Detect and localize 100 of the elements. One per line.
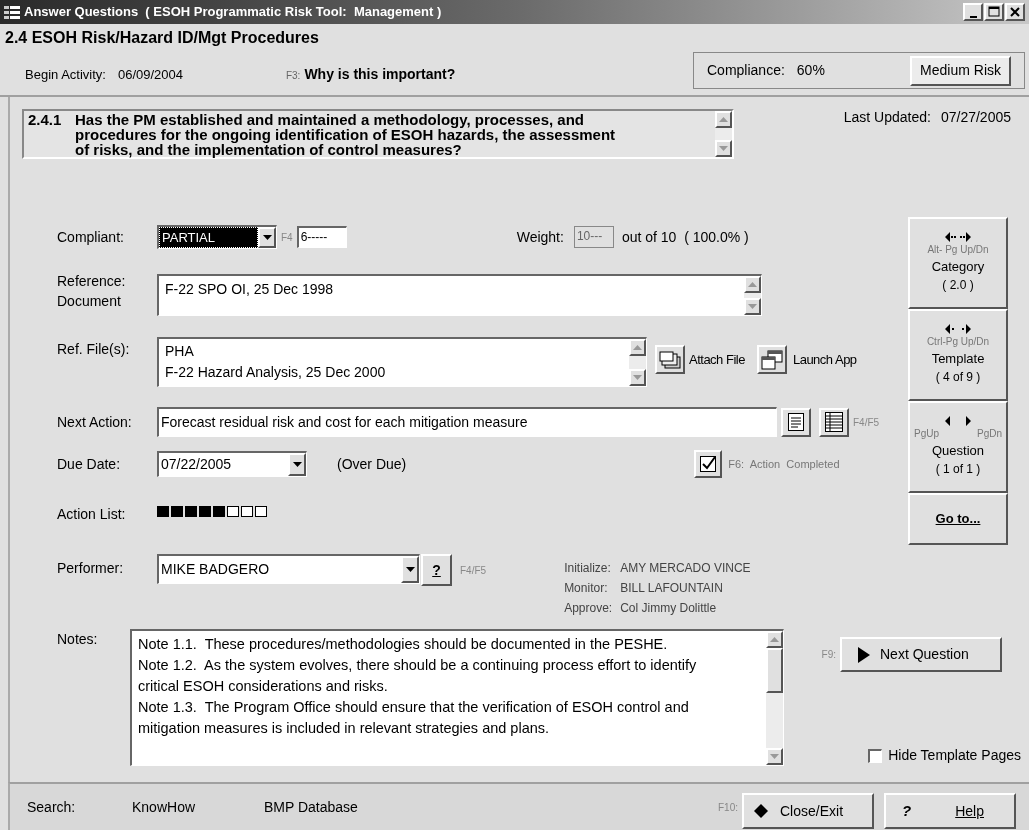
scroll-up-button[interactable] xyxy=(766,631,783,648)
notes-field[interactable]: Note 1.1. These procedures/methodologies should be documented in the PESHE. Note 1.2. As the system evolves, there should be a continuing process effort to identify critical ESOH considerations and risks. Note 1.3. The Program Office should ensure that the verification of ESOH control and mitigation measures is included in relevant strategies and plans. xyxy=(130,629,784,766)
nav-count: ( 1 of 1 ) xyxy=(935,461,981,479)
attach-file-button[interactable] xyxy=(655,345,685,374)
caret-icon xyxy=(262,235,272,240)
due-date-dropdown[interactable]: 07/22/2005 xyxy=(157,451,307,477)
performer-dropdown[interactable]: MIKE BADGERO xyxy=(157,554,420,584)
field-label: Due Date: xyxy=(57,454,122,474)
shortcut-hint: PgDn xyxy=(977,426,1002,441)
last-updated-date: 07/27/2005 xyxy=(940,108,1011,127)
window-title: Answer Questions ( ESOH Programmatic Risk Tool: Management ) xyxy=(24,3,443,22)
down-triangle-icon xyxy=(719,146,728,151)
role-label: Monitor: xyxy=(564,580,609,597)
category-navigation-button[interactable]: Alt- Pg Up/Dn Category ( 2.0 ) xyxy=(908,217,1008,309)
role-label: Initialize: xyxy=(564,560,612,577)
weight-total: out of 10 ( 100.0% ) xyxy=(621,227,749,247)
next-action-field[interactable]: Forecast residual risk and cost for each mitigation measure xyxy=(157,407,777,437)
scroll-up-button[interactable] xyxy=(629,339,646,356)
up-triangle-icon xyxy=(633,345,642,350)
shortcut-hint: Alt- Pg Up/Dn xyxy=(927,242,989,257)
nav-label: Question xyxy=(931,441,984,460)
up-triangle-icon xyxy=(748,282,757,287)
close-button[interactable] xyxy=(1005,3,1025,21)
scroll-up-button[interactable] xyxy=(744,276,761,293)
dropdown-button[interactable] xyxy=(258,227,276,248)
shortcut-hint: Ctrl-Pg Up/Dn xyxy=(926,334,990,349)
windows-icon xyxy=(760,349,783,370)
diamond-icon xyxy=(754,804,768,818)
shortcut-hint: F4 xyxy=(281,230,293,245)
compliance-dropdown[interactable]: PARTIAL xyxy=(157,225,277,249)
files-icon xyxy=(659,350,681,369)
close-icon xyxy=(1008,5,1022,19)
play-icon xyxy=(858,646,870,663)
role-name: Col Jimmy Dolittle xyxy=(620,600,718,617)
hide-template-label: Hide Template Pages xyxy=(888,746,1021,765)
action-completed-checkbox[interactable] xyxy=(694,450,723,478)
role-label: Approve: xyxy=(564,600,613,617)
down-triangle-icon xyxy=(633,375,642,380)
role-name: AMY MERCADO VINCE xyxy=(620,560,751,577)
help-button[interactable]: ? Help xyxy=(884,793,1016,829)
last-updated-label: Last Updated: xyxy=(843,108,931,127)
go-to-button[interactable]: Go to... xyxy=(908,493,1008,545)
section-title: 2.4 ESOH Risk/Hazard ID/Mgt Procedures xyxy=(5,28,320,48)
scroll-down-button[interactable] xyxy=(715,140,732,157)
why-important-link[interactable]: Why is this important? xyxy=(304,64,456,85)
search-link[interactable]: KnowHow xyxy=(132,796,264,818)
score-field[interactable]: 6----- xyxy=(296,226,347,248)
dropdown-button[interactable] xyxy=(288,453,306,476)
reference-files-field[interactable]: PHA F-22 Hazard Analysis, 25 Dec 2000 xyxy=(157,337,647,387)
field-label: Compliant: xyxy=(57,227,125,247)
field-label: Next Action: xyxy=(57,412,133,432)
reference-document-field[interactable]: F-22 SPO OI, 25 Dec 1998 xyxy=(157,274,762,316)
template-navigation-button[interactable]: Ctrl-Pg Up/Dn Template ( 4 of 9 ) xyxy=(908,309,1008,401)
question-number: 2.4.1 xyxy=(28,112,63,127)
attach-file-link[interactable]: Attach File xyxy=(689,349,745,370)
scroll-down-button[interactable] xyxy=(629,369,646,386)
dropdown-button[interactable] xyxy=(401,556,419,583)
field-label: Ref. File(s): xyxy=(57,340,131,359)
begin-activity-label: Begin Activity: xyxy=(25,66,106,84)
launch-app-link[interactable]: Launch App xyxy=(792,349,857,370)
list-icon xyxy=(825,412,843,432)
shortcut-hint: F10: xyxy=(718,800,738,815)
field-label: Notes: xyxy=(57,630,99,649)
begin-activity-date: 06/09/2004 xyxy=(117,66,184,84)
minimize-icon xyxy=(969,15,977,18)
shortcut-hint: PgUp xyxy=(914,426,939,441)
down-triangle-icon xyxy=(748,304,757,309)
help-icon: ? xyxy=(902,799,956,823)
scroll-down-button[interactable] xyxy=(744,298,761,315)
notes-button[interactable] xyxy=(781,407,811,437)
shortcut-hint: F9: xyxy=(821,648,836,662)
minimize-button[interactable] xyxy=(963,3,983,21)
help-button[interactable]: ? xyxy=(421,554,452,586)
nav-count: ( 2.0 ) xyxy=(942,277,974,295)
field-label: Document xyxy=(57,292,122,311)
risk-level-button[interactable]: Medium Risk xyxy=(910,55,1011,86)
compliance-value: 60% xyxy=(796,61,826,80)
up-triangle-icon xyxy=(770,637,779,642)
nav-label: Category xyxy=(931,257,985,276)
hide-template-checkbox[interactable] xyxy=(868,748,883,763)
launch-app-button[interactable] xyxy=(756,345,787,374)
left-right-arrows-icon xyxy=(945,231,971,242)
maximize-button[interactable] xyxy=(984,3,1004,21)
search-link[interactable]: BMP Database xyxy=(264,796,718,818)
maximize-icon xyxy=(987,5,1001,19)
search-label: Search: xyxy=(27,797,77,817)
next-question-button[interactable]: Next Question xyxy=(840,637,1002,672)
compliance-label: Compliance: xyxy=(707,61,785,80)
close-exit-button[interactable]: Close/Exit xyxy=(742,793,874,829)
nav-count: ( 4 of 9 ) xyxy=(935,369,981,387)
scroll-thumb[interactable] xyxy=(766,648,783,693)
role-name: BILL LAFOUNTAIN xyxy=(620,580,724,597)
nav-label: Template xyxy=(931,349,985,368)
action-list-button[interactable] xyxy=(819,407,849,437)
scroll-down-button[interactable] xyxy=(766,748,783,765)
question-navigation-button[interactable]: PgUp PgDn Question ( 1 of 1 ) xyxy=(908,401,1008,493)
action-completed-label: F6: Action Completed xyxy=(728,456,840,472)
field-label: Performer: xyxy=(57,559,125,578)
scroll-up-button[interactable] xyxy=(715,111,732,128)
shortcut-hint: F4/F5 xyxy=(460,564,487,578)
